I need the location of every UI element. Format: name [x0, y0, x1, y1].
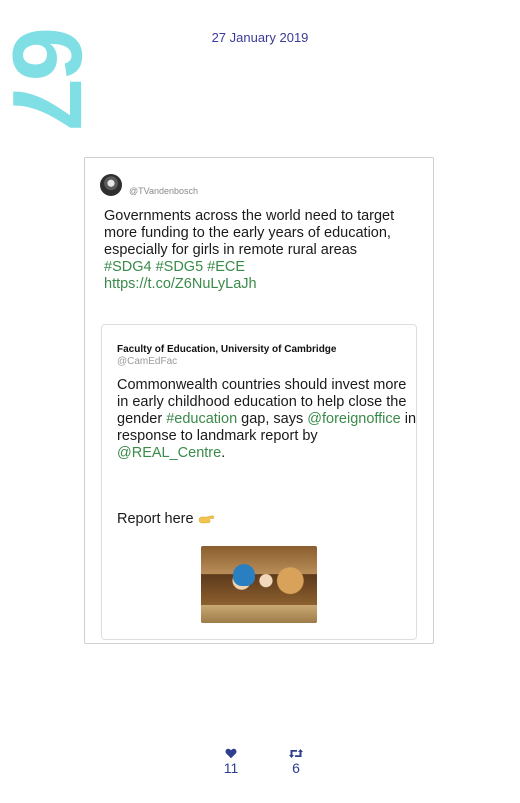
pointing-hand-icon [198, 513, 216, 525]
quoted-tweet[interactable]: Faculty of Education, University of Camb… [101, 324, 417, 640]
like-stat[interactable]: 11 [211, 748, 251, 777]
quoted-text-part-2: gap, says [237, 411, 308, 427]
tweet-link[interactable]: https://t.co/Z6NuLyLaJh [104, 276, 257, 292]
heart-icon [225, 748, 237, 759]
tweet-card: @TVandenbosch Governments across the wor… [84, 157, 434, 644]
tweet-body: Governments across the world need to tar… [104, 208, 404, 293]
quoted-mention-foreignoffice[interactable]: @foreignoffice [307, 411, 400, 427]
quoted-author-name[interactable]: Faculty of Education, University of Camb… [117, 344, 336, 355]
retweet-icon [289, 749, 303, 758]
quoted-author-handle[interactable]: @CamEdFac [117, 356, 177, 367]
tweet-hashtags[interactable]: #SDG4 #SDG5 #ECE [104, 259, 245, 275]
report-here-line: Report here [117, 511, 216, 527]
quoted-mention-real-centre[interactable]: @REAL_Centre [117, 445, 221, 461]
quoted-text-part-4: . [221, 445, 226, 461]
tweet-text: Governments across the world need to tar… [104, 208, 395, 258]
tweet-stats: 11 6 [0, 748, 520, 788]
page-number: 67 [0, 27, 103, 129]
avatar[interactable] [100, 174, 122, 196]
quoted-hashtag-education[interactable]: #education [166, 411, 237, 427]
tweet-date: 27 January 2019 [211, 30, 309, 45]
report-here-label: Report here [117, 511, 194, 527]
quoted-image-classroom[interactable] [201, 546, 317, 623]
like-count: 11 [223, 760, 239, 776]
retweet-stat[interactable]: 6 [276, 748, 316, 777]
retweet-count: 6 [292, 760, 300, 776]
author-handle[interactable]: @TVandenbosch [129, 186, 198, 196]
quoted-text: Commonwealth countries should invest mor… [117, 377, 417, 462]
